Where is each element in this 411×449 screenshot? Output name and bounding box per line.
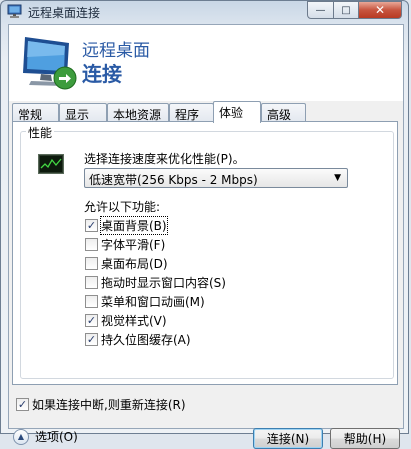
window-title: 远程桌面连接 xyxy=(28,6,101,20)
feature-checkbox[interactable] xyxy=(85,295,98,308)
tab-display[interactable]: 显示 xyxy=(59,103,107,122)
reconnect-checkbox-row[interactable]: ✓ 如果连接中断,则重新连接(R) xyxy=(16,396,186,413)
reconnect-checkbox[interactable]: ✓ xyxy=(16,398,29,411)
dialog-client-area: 远程桌面 连接 常规 显示 本地资源 程序 体验 高级 性能 选择连接速度来优化… xyxy=(8,24,404,449)
help-button[interactable]: 帮助(H) xyxy=(330,428,400,449)
feature-desktop-composition[interactable]: 桌面布局(D) xyxy=(85,255,168,272)
feature-checkbox[interactable]: ✓ xyxy=(85,314,98,327)
header-banner: 远程桌面 连接 xyxy=(9,25,403,101)
minimize-icon: — xyxy=(315,4,326,16)
feature-checkbox[interactable] xyxy=(85,276,98,289)
feature-label: 桌面背景(B) xyxy=(100,216,168,235)
feature-checkbox[interactable] xyxy=(85,238,98,251)
feature-show-window-contents[interactable]: 拖动时显示窗口内容(S) xyxy=(85,274,226,291)
remote-desktop-window: 远程桌面连接 — □ ✕ 远程桌面 连接 常规 显示 本地资源 程序 体验 高级 xyxy=(0,0,410,449)
feature-checkbox[interactable] xyxy=(85,257,98,270)
title-bar: 远程桌面连接 — □ ✕ xyxy=(1,1,410,23)
connection-speed-label: 选择连接速度来优化性能(P)。 xyxy=(84,152,245,166)
feature-label: 桌面布局(D) xyxy=(101,257,168,271)
connect-button-label: 连接(N) xyxy=(266,432,310,446)
feature-font-smoothing[interactable]: 字体平滑(F) xyxy=(85,236,165,253)
tab-label: 高级 xyxy=(267,108,292,122)
tab-control: 常规 显示 本地资源 程序 体验 高级 性能 选择连接速度来优化性能(P)。 低… xyxy=(9,101,403,449)
feature-bitmap-caching[interactable]: ✓ 持久位图缓存(A) xyxy=(85,331,191,348)
remote-desktop-monitor-icon xyxy=(23,37,77,90)
minimize-button[interactable]: — xyxy=(307,1,334,19)
tab-label: 常规 xyxy=(18,108,43,122)
tab-label: 程序 xyxy=(175,108,200,122)
banner-title-line2: 连接 xyxy=(82,62,122,86)
dropdown-arrow-icon: ▼ xyxy=(334,173,341,183)
feature-label: 持久位图缓存(A) xyxy=(101,333,191,347)
tab-label: 显示 xyxy=(65,108,90,122)
collapse-arrow-icon: ▲ xyxy=(13,428,29,445)
performance-group-label: 性能 xyxy=(26,124,55,141)
experience-tab-page: 性能 选择连接速度来优化性能(P)。 低速宽带(256 Kbps - 2 Mbp… xyxy=(12,121,398,385)
tab-programs[interactable]: 程序 xyxy=(169,103,214,122)
tab-local-resources[interactable]: 本地资源 xyxy=(107,103,169,122)
connection-speed-select[interactable]: 低速宽带(256 Kbps - 2 Mbps) ▼ xyxy=(84,168,348,188)
options-toggle[interactable]: ▲ 选项(O) xyxy=(13,428,78,445)
maximize-icon: □ xyxy=(341,4,351,16)
help-button-label: 帮助(H) xyxy=(343,432,387,446)
feature-menu-animation[interactable]: 菜单和窗口动画(M) xyxy=(85,293,205,310)
feature-label: 字体平滑(F) xyxy=(101,238,166,252)
maximize-button[interactable]: □ xyxy=(333,1,359,19)
tab-label: 本地资源 xyxy=(113,108,162,122)
connection-speed-value: 低速宽带(256 Kbps - 2 Mbps) xyxy=(89,173,258,187)
tab-label: 体验 xyxy=(219,106,244,120)
feature-label: 视觉样式(V) xyxy=(101,314,167,328)
feature-label: 菜单和窗口动画(M) xyxy=(101,295,205,309)
performance-group: 性能 选择连接速度来优化性能(P)。 低速宽带(256 Kbps - 2 Mbp… xyxy=(20,124,394,379)
feature-label: 拖动时显示窗口内容(S) xyxy=(101,276,226,290)
remote-desktop-icon xyxy=(7,4,22,18)
close-button[interactable]: ✕ xyxy=(358,1,402,19)
feature-visual-styles[interactable]: ✓ 视觉样式(V) xyxy=(85,312,167,329)
allow-features-label: 允许以下功能: xyxy=(84,200,161,214)
close-icon: ✕ xyxy=(374,3,386,17)
reconnect-label: 如果连接中断,则重新连接(R) xyxy=(32,398,186,412)
feature-desktop-background[interactable]: ✓ 桌面背景(B) xyxy=(85,216,168,235)
feature-checkbox[interactable]: ✓ xyxy=(85,333,98,346)
tab-advanced[interactable]: 高级 xyxy=(261,103,306,122)
performance-monitor-icon xyxy=(38,154,64,174)
options-label: 选项(O) xyxy=(35,430,78,444)
feature-checkbox[interactable]: ✓ xyxy=(85,219,98,232)
tab-experience[interactable]: 体验 xyxy=(213,101,261,123)
connect-button[interactable]: 连接(N) xyxy=(253,428,323,449)
tab-general[interactable]: 常规 xyxy=(12,103,59,122)
